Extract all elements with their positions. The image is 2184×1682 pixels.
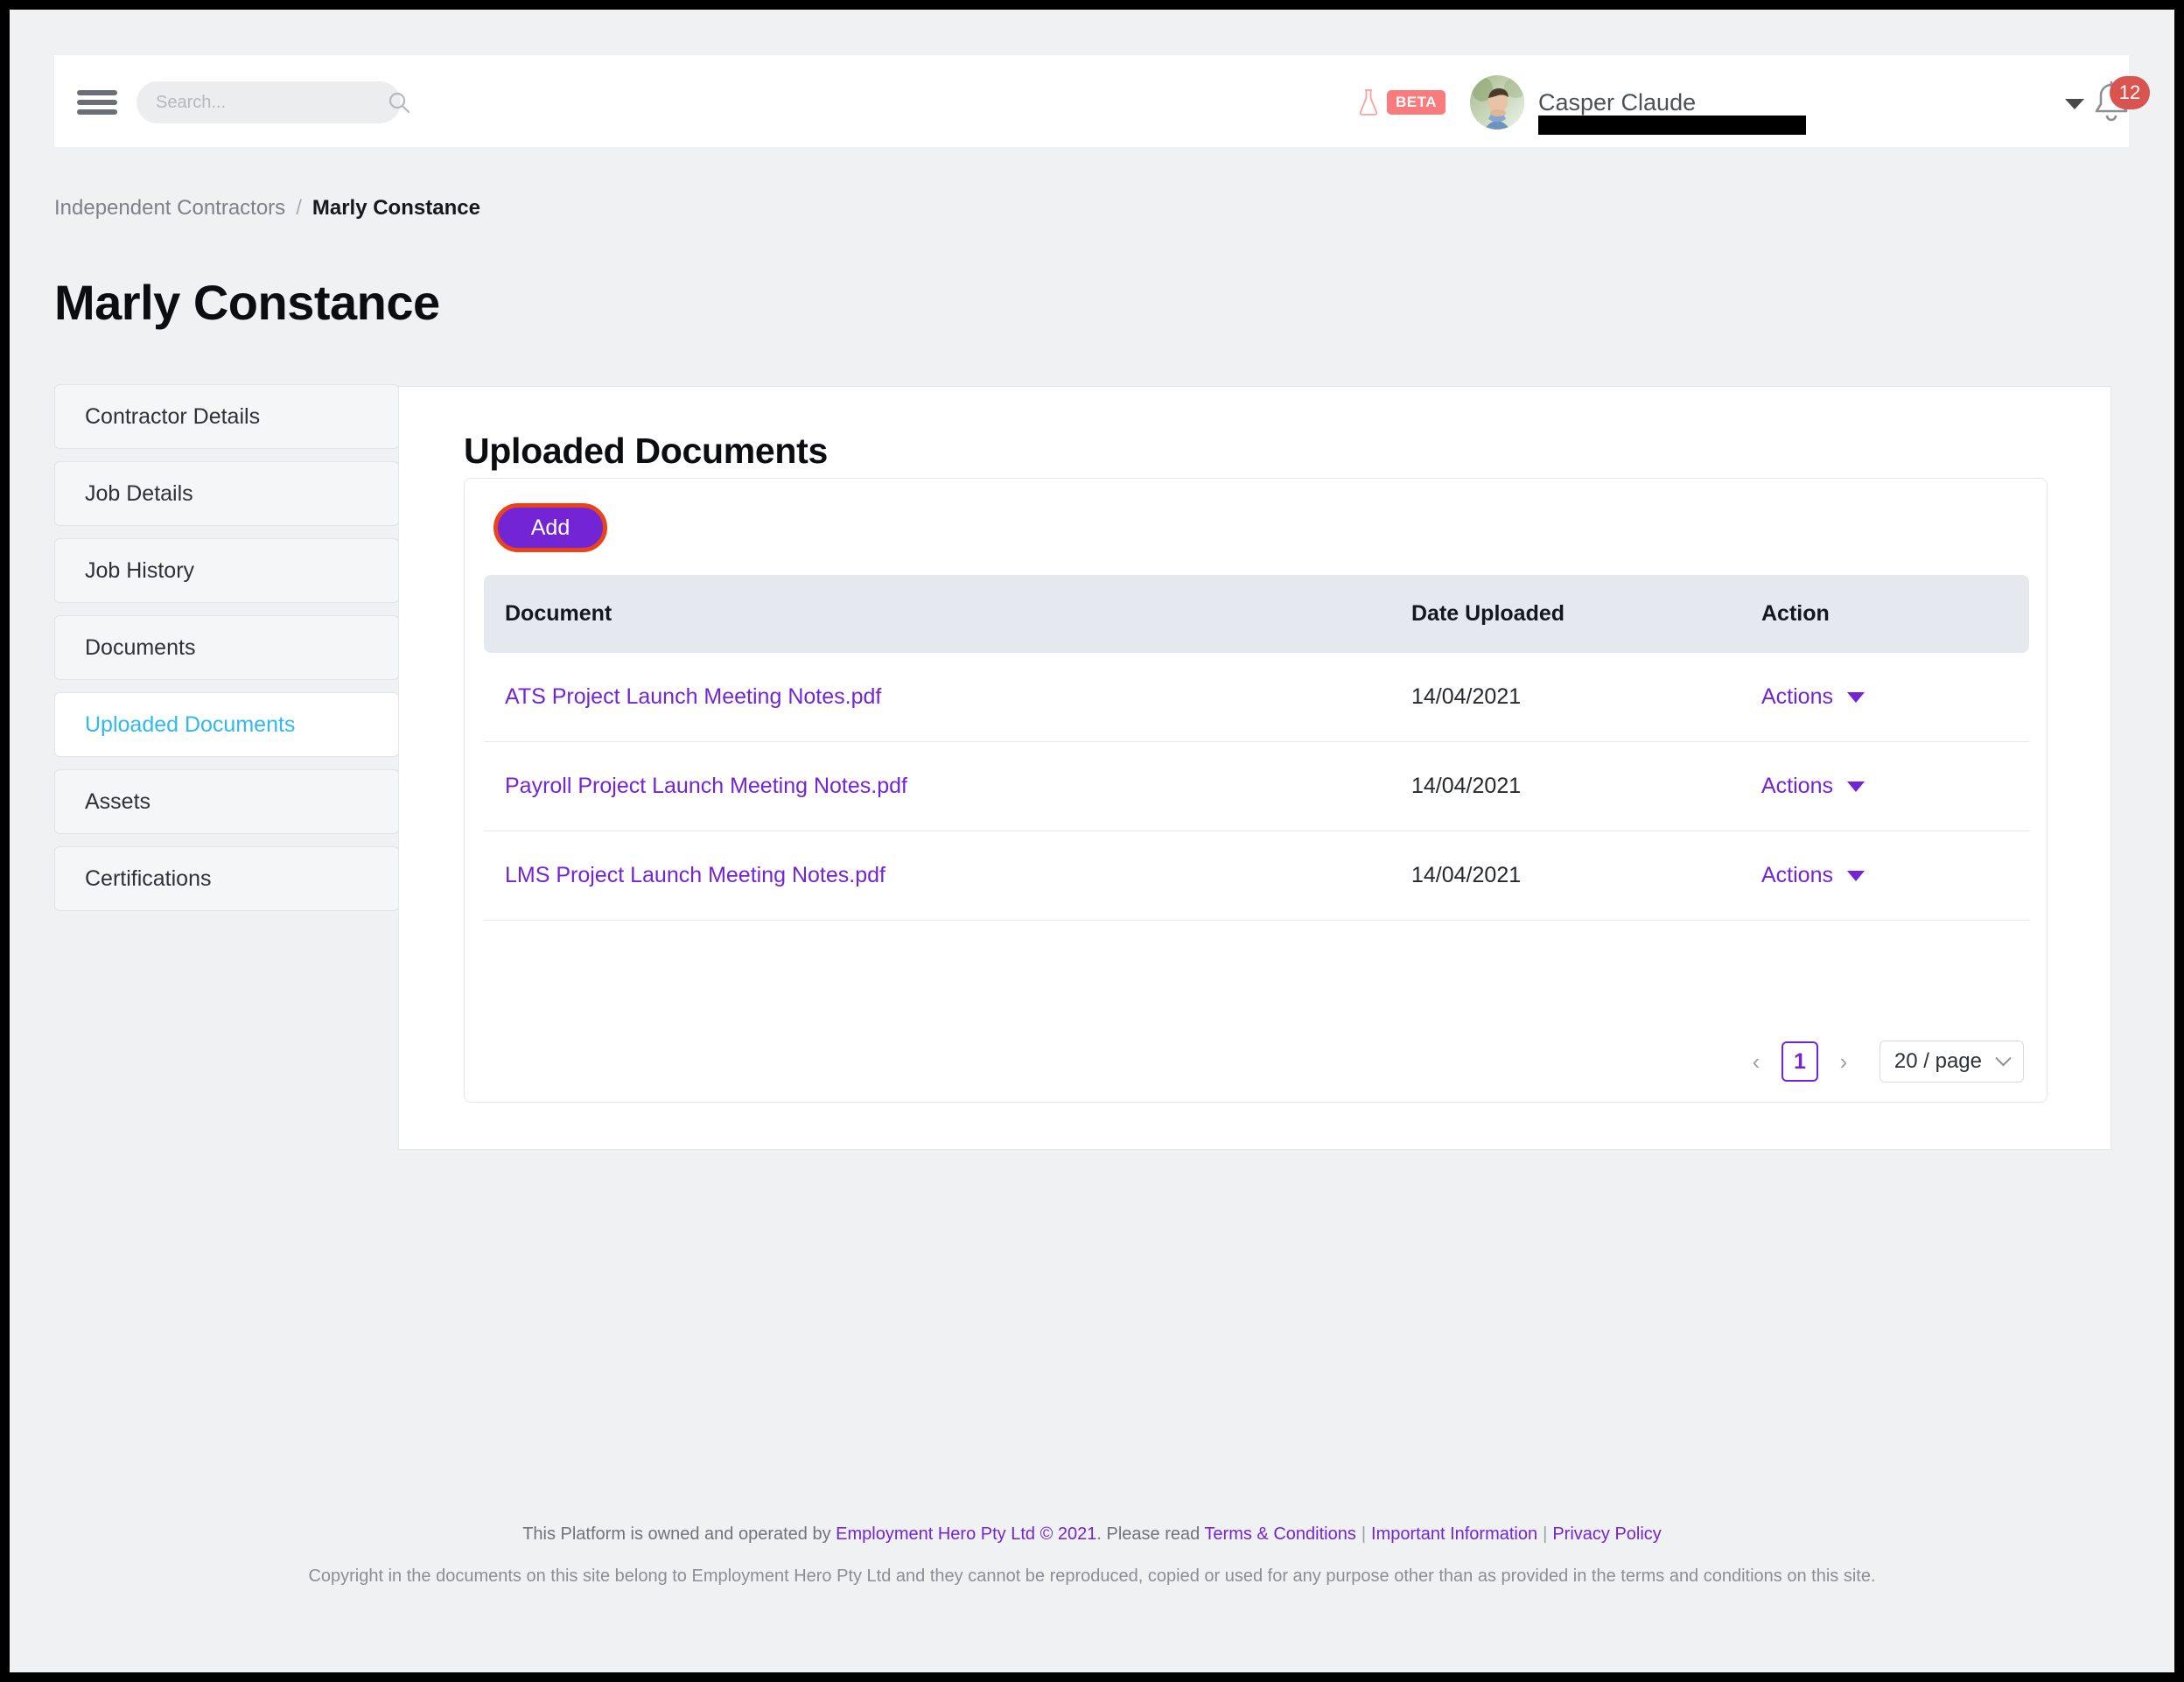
footer-line-1: This Platform is owned and operated by E… [10,1519,2174,1549]
chevron-down-icon[interactable] [2065,99,2084,109]
table-row: LMS Project Launch Meeting Notes.pdf 14/… [484,831,2029,921]
sidebar-item-label: Job Details [85,481,193,507]
chevron-down-icon [1847,781,1865,792]
actions-cell: Actions [1761,742,2029,831]
footer-divider: | [1356,1524,1371,1544]
footer-divider: | [1537,1524,1552,1544]
document-date: 14/04/2021 [1411,831,1761,921]
beta-indicator[interactable]: BETA [1357,81,1446,123]
actions-label: Actions [1761,684,1833,710]
user-name: Casper Claude [1538,88,1696,117]
card-title: Uploaded Documents [464,431,828,472]
email-redaction-bar [1538,116,1806,135]
search-icon[interactable] [388,81,410,123]
notification-count-badge: 12 [2110,76,2150,109]
sidebar-item-contractor-details[interactable]: Contractor Details [54,384,399,449]
pagination-page-1[interactable]: 1 [1782,1041,1818,1082]
breadcrumb: Independent Contractors / Marly Constanc… [54,196,480,221]
sidebar-nav: Contractor Details Job Details Job Histo… [54,384,399,923]
document-link[interactable]: ATS Project Launch Meeting Notes.pdf [484,653,1411,742]
hamburger-bar [77,109,117,115]
sidebar-item-label: Job History [85,558,194,584]
add-button[interactable]: Add [494,503,607,552]
table-row: ATS Project Launch Meeting Notes.pdf 14/… [484,653,2029,742]
sidebar-item-assets[interactable]: Assets [54,769,399,834]
actions-cell: Actions [1761,831,2029,921]
table-header-row: Document Date Uploaded Action [484,575,2029,653]
chevron-down-icon [1995,1050,2011,1066]
user-menu[interactable]: Casper Claude [1470,74,2084,130]
page-size-label: 20 / page [1894,1049,1982,1074]
column-header-action: Action [1761,575,2029,653]
sidebar-item-label: Assets [85,789,150,815]
documents-inner-panel: Add Document Date Uploaded Action ATS Pr… [464,478,2048,1103]
actions-label: Actions [1761,863,1833,888]
sidebar-item-label: Documents [85,635,195,661]
table-body: ATS Project Launch Meeting Notes.pdf 14/… [484,653,2029,921]
sidebar-item-label: Contractor Details [85,404,260,430]
table-header: Document Date Uploaded Action [484,575,2029,653]
company-link[interactable]: Employment Hero Pty Ltd © 2021 [836,1524,1096,1544]
sidebar-item-uploaded-documents[interactable]: Uploaded Documents [54,692,399,757]
sidebar-item-job-details[interactable]: Job Details [54,461,399,526]
breadcrumb-parent-link[interactable]: Independent Contractors [54,196,285,221]
page-title: Marly Constance [54,274,440,331]
page-size-select[interactable]: 20 / page [1880,1041,2024,1083]
document-date: 14/04/2021 [1411,653,1761,742]
page-footer: This Platform is owned and operated by E… [10,1519,2174,1591]
footer-text-prefix: This Platform is owned and operated by [522,1524,836,1544]
pagination-prev-button[interactable]: ‹ [1743,1044,1769,1079]
app-frame: BETA [10,10,2174,1672]
pagination-next-button[interactable]: › [1830,1044,1857,1079]
important-information-link[interactable]: Important Information [1371,1524,1537,1544]
document-date: 14/04/2021 [1411,742,1761,831]
flask-icon [1357,88,1380,116]
user-identity: Casper Claude [1538,88,1696,117]
user-avatar [1470,75,1524,130]
hamburger-bar [77,90,117,95]
privacy-policy-link[interactable]: Privacy Policy [1552,1524,1661,1544]
top-header-bar: BETA [54,55,2129,147]
footer-line-2: Copyright in the documents on this site … [10,1561,2174,1591]
search-input[interactable] [136,93,388,113]
actions-cell: Actions [1761,653,2029,742]
column-header-date-uploaded: Date Uploaded [1411,575,1761,653]
hamburger-icon[interactable] [77,90,117,115]
chevron-down-icon [1847,871,1865,881]
pagination: ‹ 1 › 20 / page [1743,1041,2024,1083]
breadcrumb-separator: / [296,196,302,221]
actions-label: Actions [1761,774,1833,799]
sidebar-item-label: Uploaded Documents [85,712,295,738]
document-link[interactable]: LMS Project Launch Meeting Notes.pdf [484,831,1411,921]
documents-table: Document Date Uploaded Action ATS Projec… [484,575,2029,921]
beta-badge: BETA [1387,90,1446,115]
actions-dropdown[interactable]: Actions [1761,863,2029,888]
document-link[interactable]: Payroll Project Launch Meeting Notes.pdf [484,742,1411,831]
chevron-down-icon [1847,692,1865,703]
hamburger-bar [77,100,117,105]
sidebar-item-documents[interactable]: Documents [54,615,399,680]
notifications-button[interactable]: 12 [2089,80,2150,134]
sidebar-item-label: Certifications [85,866,212,892]
sidebar-item-certifications[interactable]: Certifications [54,846,399,911]
breadcrumb-current: Marly Constance [312,196,480,221]
actions-dropdown[interactable]: Actions [1761,684,2029,710]
add-button-label: Add [531,515,570,541]
terms-link[interactable]: Terms & Conditions [1204,1524,1355,1544]
column-header-document: Document [484,575,1411,653]
actions-dropdown[interactable]: Actions [1761,774,2029,799]
sidebar-item-job-history[interactable]: Job History [54,538,399,603]
uploaded-documents-panel: Uploaded Documents Add Document Date Upl… [398,386,2111,1150]
footer-text-middle: . Please read [1096,1524,1204,1544]
table-row: Payroll Project Launch Meeting Notes.pdf… [484,742,2029,831]
search-box[interactable] [136,81,401,123]
